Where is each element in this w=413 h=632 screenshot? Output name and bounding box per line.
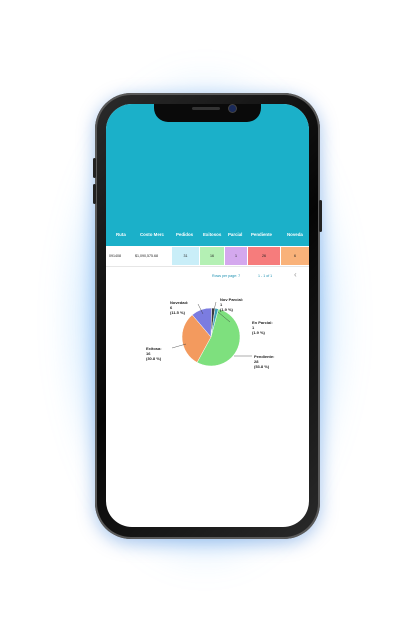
power-button xyxy=(319,200,322,232)
table-row[interactable]: 091408 $1,090,575.68 31 16 1 26 6 xyxy=(106,247,309,265)
volume-down-button xyxy=(93,184,96,204)
cell-costo: $1,090,575.68 xyxy=(135,254,158,258)
phone-screen: Ruta Costo Merc Pedidos Exitosos Parcial… xyxy=(106,104,309,527)
pie-chart: Novedad: 6 (11.5 %) Nov Parcial: 1 (1.9 … xyxy=(146,297,274,369)
table-header: Ruta Costo Merc Pedidos Exitosos Parcial… xyxy=(106,224,309,246)
camera-icon xyxy=(229,105,236,112)
divider xyxy=(106,266,309,267)
cell-parcial: 1 xyxy=(225,247,247,265)
cell-novedad: 6 xyxy=(281,247,309,265)
speaker xyxy=(192,107,220,110)
app-header xyxy=(106,104,309,224)
header-costo-merc[interactable]: Costo Merc xyxy=(140,232,164,237)
label-novedad-name: Novedad: xyxy=(170,300,188,305)
rows-per-page-select[interactable]: Rows per page: 7 xyxy=(212,274,240,278)
pagination-range: 1 - 1 of 1 xyxy=(258,274,273,278)
cell-pedidos: 31 xyxy=(172,247,199,265)
header-ruta[interactable]: Ruta xyxy=(116,232,126,237)
chevron-left-icon[interactable]: ‹ xyxy=(294,270,297,279)
label-novedad-pct: (11.5 %) xyxy=(170,310,186,315)
label-pendiente-pct: (53.8 %) xyxy=(254,364,270,369)
cell-ruta: 091408 xyxy=(109,254,121,258)
pagination: Rows per page: 7 1 - 1 of 1 ‹ xyxy=(106,270,309,282)
header-exitosos[interactable]: Exitosos xyxy=(203,232,221,237)
label-exitosa-pct: (30.8 %) xyxy=(146,356,162,361)
header-pendiente[interactable]: Pendiente xyxy=(251,232,272,237)
label-nov-parcial-name: Nov Parcial: xyxy=(220,297,243,302)
label-en-parcial-pct: (1.9 %) xyxy=(252,330,266,335)
phone-notch xyxy=(154,104,261,122)
header-novedad[interactable]: Noveda xyxy=(287,232,303,237)
volume-up-button xyxy=(93,158,96,178)
header-pedidos[interactable]: Pedidos xyxy=(176,232,193,237)
label-nov-parcial-pct: (1.9 %) xyxy=(220,307,234,312)
header-parcial[interactable]: Parcial xyxy=(228,232,242,237)
label-en-parcial-name: En Parcial: xyxy=(252,320,273,325)
cell-pendiente: 26 xyxy=(248,247,280,265)
cell-exitosos: 16 xyxy=(200,247,224,265)
